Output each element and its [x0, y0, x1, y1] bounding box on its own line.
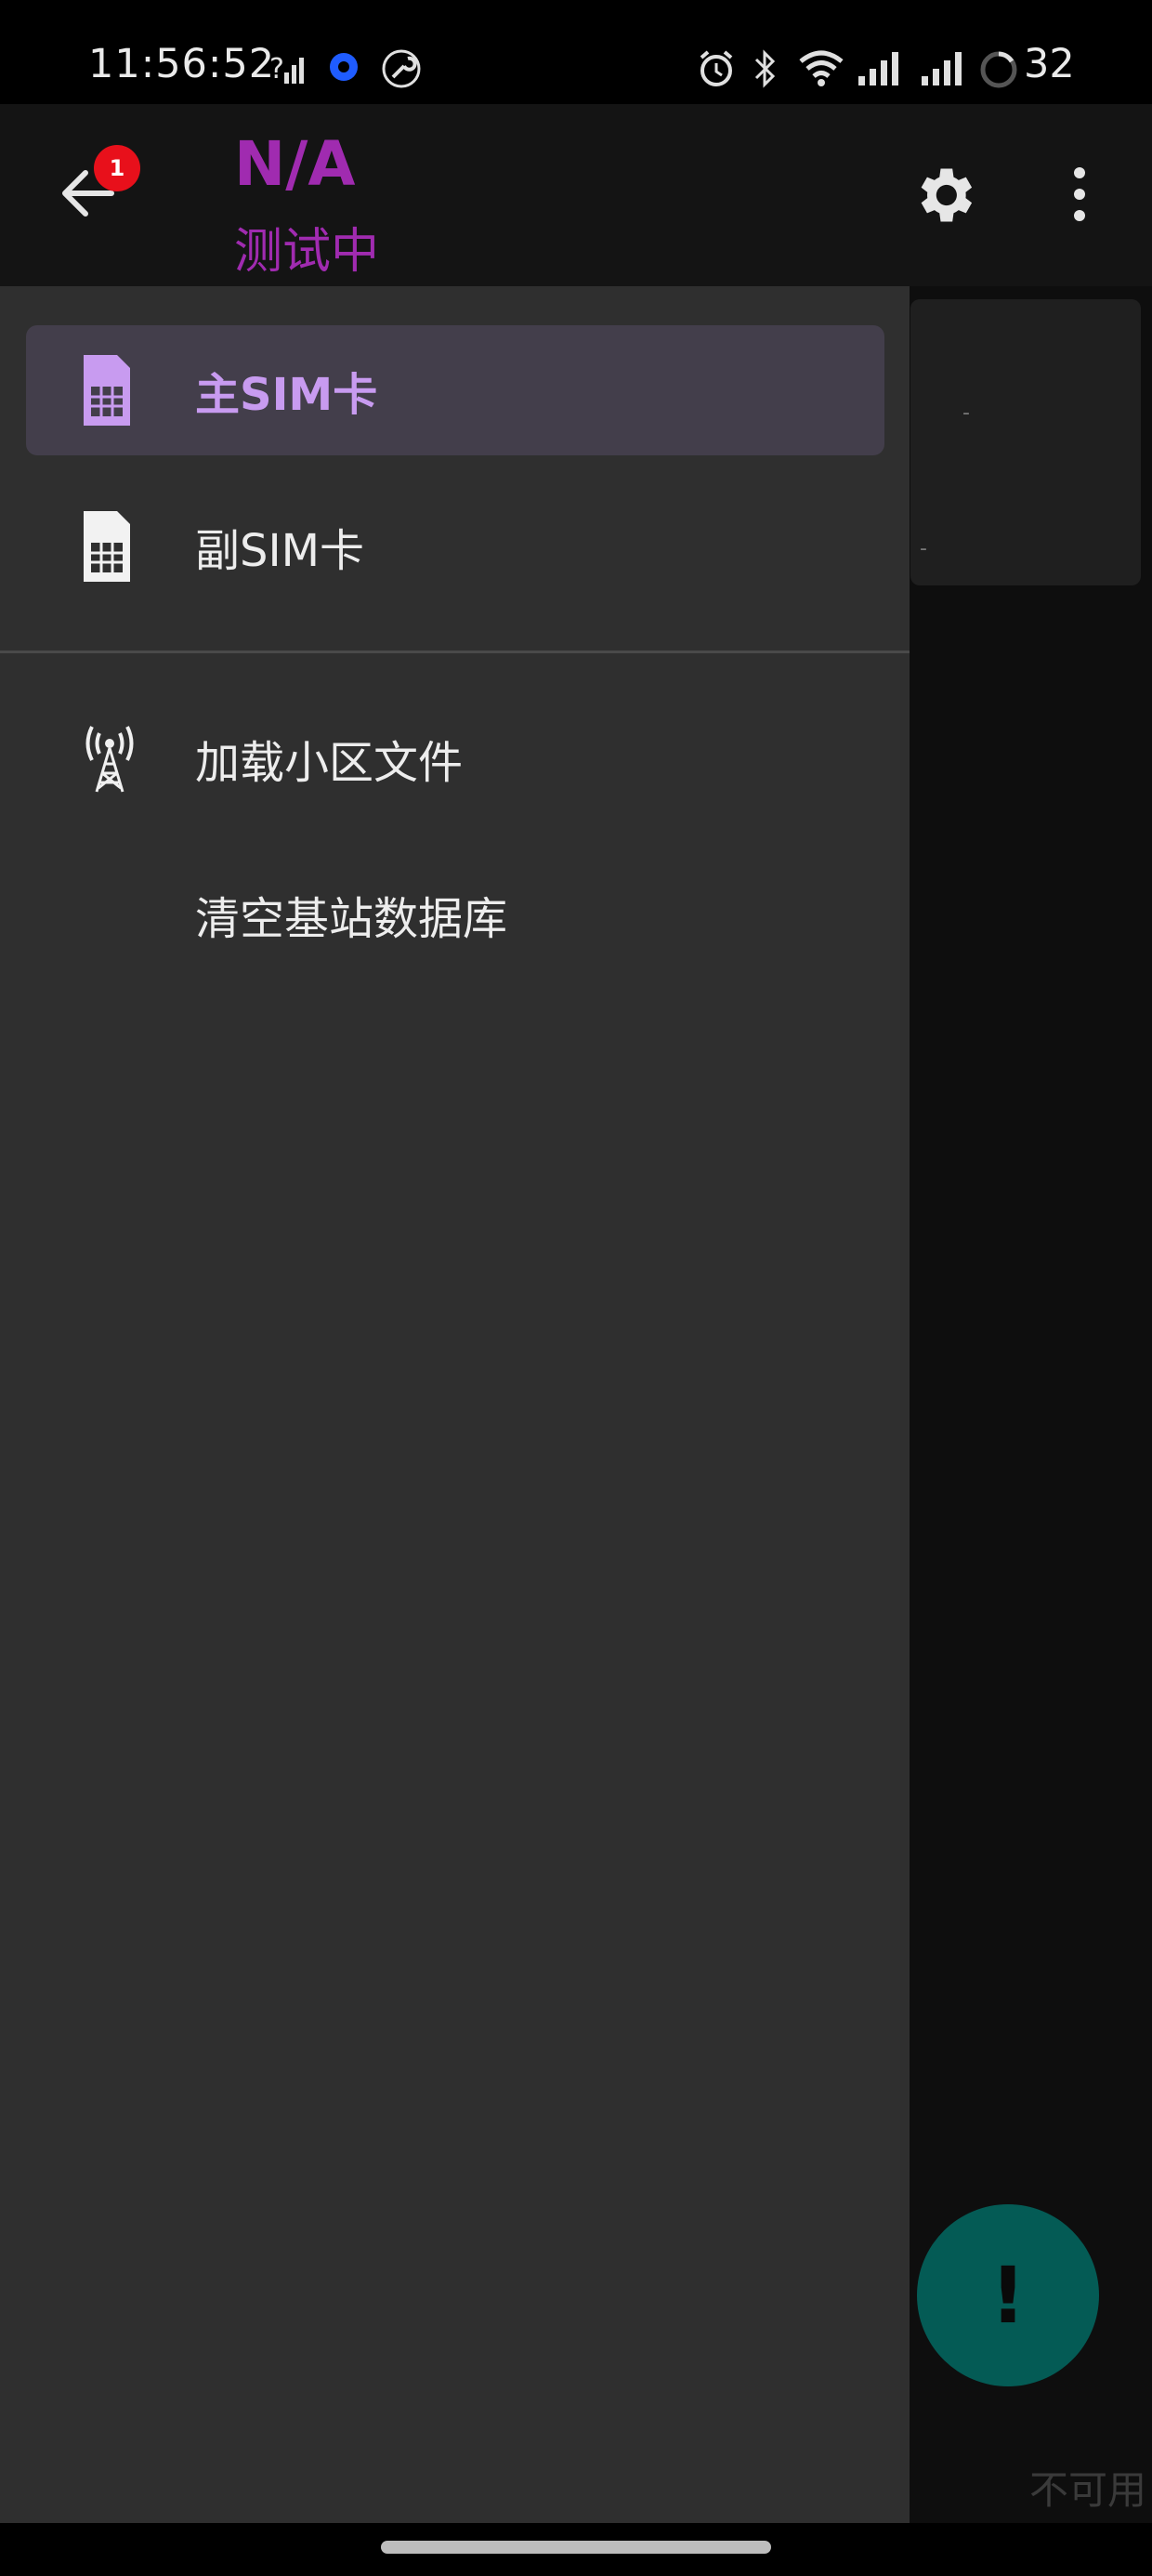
cell-signal-icon — [858, 52, 898, 85]
drawer-action-clear-cell-database[interactable]: 清空基站数据库 — [26, 849, 884, 979]
drawer-item-label: 加载小区文件 — [195, 737, 464, 789]
cell-tower-icon — [85, 726, 134, 793]
navigation-drawer: 主SIM卡 副SIM卡 加载小区文件 清空基站数据库 — [0, 286, 910, 2523]
app-bar — [0, 104, 1152, 286]
home-indicator[interactable] — [381, 2541, 771, 2554]
bluetooth-icon — [754, 49, 776, 88]
notification-badge: 1 — [94, 145, 140, 191]
drawer-action-load-cell-file[interactable]: 加载小区文件 — [26, 693, 884, 823]
page-title: N/A — [234, 128, 356, 200]
wifi-icon — [799, 50, 844, 86]
alarm-icon — [700, 50, 733, 86]
signal-question-icon: ? — [269, 53, 304, 85]
sim-card-icon — [84, 511, 130, 582]
overflow-menu-icon[interactable] — [1068, 164, 1091, 225]
page-subtitle: 测试中 — [234, 224, 380, 280]
alert-fab[interactable]: ! — [917, 2204, 1099, 2386]
background-card: - - — [910, 299, 1141, 585]
wrench-icon — [382, 49, 421, 88]
svg-text:?: ? — [269, 53, 284, 85]
battery-ring-icon — [980, 51, 1017, 88]
battery-level: 32 — [1024, 41, 1075, 87]
drawer-divider — [0, 651, 910, 653]
status-unavailable-text: 不可用 — [1029, 2467, 1147, 2513]
drawer-item-primary-sim[interactable]: 主SIM卡 — [26, 325, 884, 455]
settings-gear-icon[interactable] — [909, 160, 979, 230]
card-value: - — [962, 401, 970, 425]
vpn-dot-icon — [330, 53, 358, 81]
alert-icon: ! — [989, 2250, 1027, 2341]
cell-signal-icon — [922, 52, 962, 85]
status-time: 11:56:52 — [88, 41, 276, 87]
card-value: - — [920, 537, 927, 560]
drawer-item-secondary-sim[interactable]: 副SIM卡 — [26, 481, 884, 611]
sim-card-icon — [84, 355, 130, 426]
drawer-item-label: 副SIM卡 — [195, 525, 365, 577]
drawer-item-label: 主SIM卡 — [195, 369, 378, 421]
drawer-item-label: 清空基站数据库 — [195, 893, 508, 945]
